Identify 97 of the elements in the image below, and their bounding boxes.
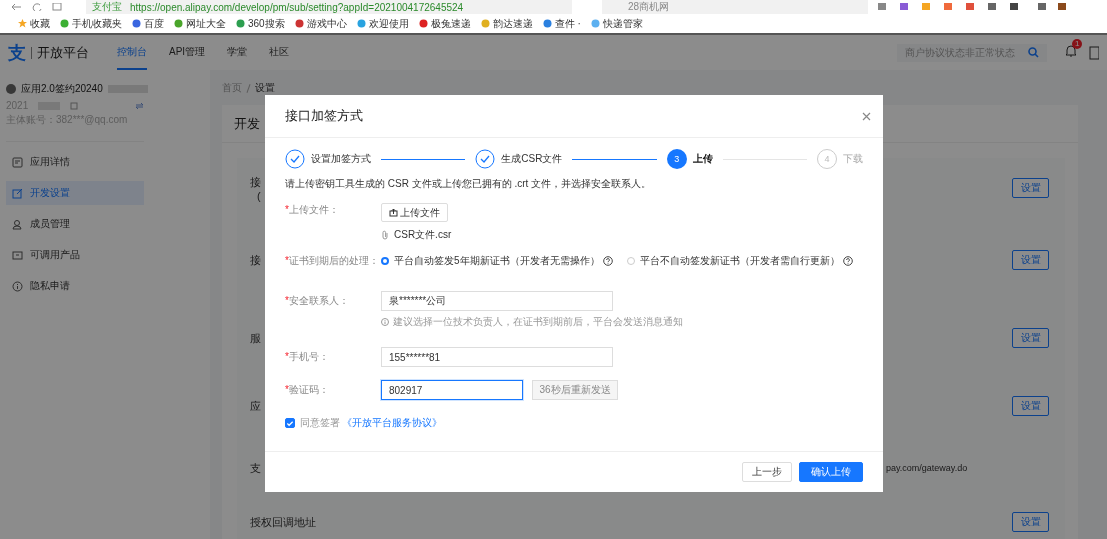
back-icon[interactable] — [10, 3, 22, 11]
bookmark[interactable]: 收藏 — [18, 16, 50, 31]
bell-icon[interactable] — [1065, 43, 1077, 58]
box-icon — [12, 249, 23, 261]
logo-text: 开放平台 — [37, 43, 89, 62]
setting-value: pay.com/gateway.do — [886, 463, 968, 473]
field-label: *证书到期后的处理： — [285, 254, 380, 268]
bookmark-icon — [236, 19, 245, 28]
file-name[interactable]: CSR文件.csr — [394, 228, 452, 242]
bookmark[interactable]: 网址大全 — [174, 16, 226, 31]
dialog-title: 接口加签方式 — [285, 107, 363, 125]
setting-label: 授权回调地址 — [250, 514, 316, 530]
help-icon[interactable] — [602, 256, 613, 266]
step-label: 上传 — [692, 152, 713, 166]
bookmark[interactable]: 游戏中心 — [294, 16, 347, 31]
setting-label: 接 — [250, 252, 261, 268]
agreement-link[interactable]: 《开放平台服务协议》 — [342, 416, 442, 430]
search-icon[interactable] — [1028, 47, 1039, 58]
notification-badge: 1 — [1072, 38, 1083, 49]
extension-icons[interactable] — [878, 3, 1068, 11]
sidebar-item[interactable]: 可调用产品 — [6, 243, 144, 267]
app-name: 应用2.0签约20240 — [21, 82, 103, 96]
back-button[interactable]: 上一步 — [742, 462, 792, 482]
nav-tab[interactable]: 社区 — [269, 35, 290, 70]
tab-icon[interactable] — [52, 3, 62, 11]
step-label: 设置加签方式 — [311, 152, 371, 166]
sidebar-item[interactable]: 开发设置 — [6, 181, 144, 205]
code-field[interactable]: 802917 — [381, 380, 523, 400]
settings-button[interactable]: 设置 — [1012, 396, 1049, 416]
address-bar[interactable]: 支付宝 https://open.alipay.com/develop/pm/sub/setting?appId=2021004172645524 — [86, 0, 572, 14]
bookmark-icon — [356, 19, 366, 28]
bookmark[interactable]: 快递管家 — [590, 16, 643, 31]
bookmark[interactable]: 极兔速递 — [418, 16, 471, 31]
setting-label: 支 — [250, 460, 261, 476]
radio-label[interactable]: 平台不自动签发新证书（开发者需自行更新） — [639, 254, 840, 268]
bookmark[interactable]: 360搜索 — [236, 16, 285, 31]
checkbox[interactable] — [285, 418, 295, 428]
bookmark[interactable]: 查件 · — [542, 16, 581, 31]
nav-tab[interactable]: API管理 — [169, 35, 206, 70]
settings-button[interactable]: 设置 — [1012, 250, 1049, 270]
confirm-button[interactable]: 确认上传 — [799, 462, 863, 482]
copy-icon[interactable] — [70, 101, 79, 110]
setting-label: 接 — [250, 174, 261, 190]
paperclip-icon — [381, 230, 389, 240]
settings-button[interactable]: 设置 — [1012, 328, 1049, 348]
reload-icon[interactable] — [32, 3, 42, 11]
setting-label: 应 — [250, 398, 261, 414]
step-label: 下载 — [843, 152, 863, 166]
nav-tab[interactable]: 学堂 — [227, 35, 248, 70]
contact-field[interactable]: 泉*******公司 — [381, 291, 613, 311]
info-icon — [12, 280, 23, 292]
document-icon[interactable] — [1089, 45, 1099, 60]
bookmark-icon — [590, 19, 600, 28]
bookmark-icon — [132, 19, 141, 28]
sidebar-item[interactable]: 成员管理 — [6, 212, 144, 236]
close-icon[interactable] — [862, 111, 871, 121]
step-label: 生成CSR文件 — [501, 152, 563, 166]
bookmark[interactable]: 手机收藏夹 — [60, 16, 122, 31]
help-icon[interactable] — [842, 256, 853, 266]
settings-button[interactable]: 设置 — [1012, 512, 1049, 532]
bookmark[interactable]: 欢迎使用 — [356, 16, 409, 31]
window-icon — [12, 156, 23, 168]
upload-button[interactable]: 上传文件 — [381, 203, 448, 222]
breadcrumb-current: 设置 — [255, 81, 275, 95]
phone-field[interactable]: 155******81 — [381, 347, 613, 367]
field-label: *安全联系人： — [285, 294, 350, 308]
sidebar-item[interactable]: 隐私申请 — [6, 274, 144, 298]
person-icon — [12, 218, 23, 230]
bookmark-icon — [294, 19, 304, 28]
step-number: 3 — [666, 149, 687, 169]
radio-button[interactable] — [381, 257, 389, 265]
instruction-text: 请上传密钥工具生成的 CSR 文件或上传您已拥有的 .crt 文件，并选择安全联系人。 — [285, 177, 653, 191]
app-avatar — [6, 84, 16, 94]
sidebar-item[interactable]: 应用详情 — [6, 150, 144, 174]
bookmark-icon — [480, 19, 490, 28]
field-label: *上传文件： — [285, 203, 340, 217]
info-icon — [381, 318, 389, 326]
bookmark-icon — [418, 19, 428, 28]
setting-label: 服 — [250, 330, 261, 346]
bookmark-icon — [18, 19, 27, 28]
swap-icon[interactable] — [135, 101, 144, 110]
hint-text: 建议选择一位技术负责人，在证书到期前后，平台会发送消息通知 — [393, 315, 683, 329]
bookmark[interactable]: 百度 — [132, 16, 164, 31]
bookmark-icon — [542, 19, 552, 28]
field-label: *验证码： — [285, 383, 330, 397]
bookmark-icon — [174, 19, 183, 28]
upload-icon — [389, 208, 398, 217]
browser-search-field[interactable]: 28商机网 — [602, 0, 868, 14]
bookmark[interactable]: 韵达速递 — [480, 16, 533, 31]
agreement-text: 同意签署 — [300, 416, 340, 430]
setting-label: ( — [256, 189, 261, 202]
bookmark-icon — [60, 19, 69, 28]
edit-icon — [12, 187, 23, 199]
field-label: *手机号： — [285, 350, 330, 364]
settings-button[interactable]: 设置 — [1012, 178, 1049, 198]
radio-label[interactable]: 平台自动签发5年期新证书（开发者无需操作） — [394, 254, 600, 268]
logo-mark: 支 — [8, 41, 26, 65]
